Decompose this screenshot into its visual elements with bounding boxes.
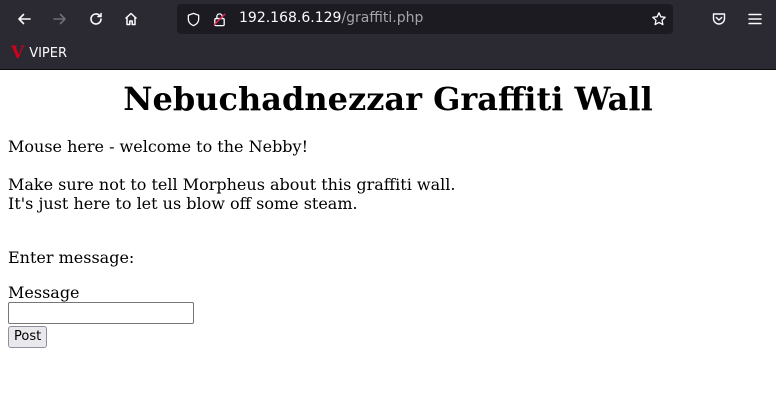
viper-logo-icon: V [11,43,25,63]
message-label: Message [8,283,80,302]
message-form: Message Post [8,283,768,348]
warning-line-2: It's just here to let us blow off some s… [8,194,358,213]
url-host: 192.168.6.129 [239,10,342,26]
shield-icon [187,12,199,26]
enter-message-heading: Enter message: [8,248,135,267]
tracking-protection-button[interactable] [185,11,201,27]
post-button[interactable]: Post [8,326,48,348]
hamburger-menu-icon [748,13,762,25]
lock-icon [212,12,226,26]
browser-toolbar: 192.168.6.129/graffiti.php [0,0,776,38]
bookmark-viper[interactable]: V VIPER [11,45,67,62]
reload-icon [90,12,102,25]
page-content: Nebuchadnezzar Graffiti Wall Mouse here … [0,79,776,348]
arrow-left-icon [18,13,31,25]
page-title: Nebuchadnezzar Graffiti Wall [123,80,653,118]
pocket-button[interactable] [707,7,731,31]
site-security-button[interactable] [211,11,227,27]
back-button[interactable] [12,7,36,31]
arrow-right-icon [53,13,66,25]
star-icon [652,12,666,26]
url-path: /graffiti.php [341,10,424,26]
url-bar[interactable]: 192.168.6.129/graffiti.php [177,4,673,34]
warning-line-1: Make sure not to tell Morpheus about thi… [8,175,456,194]
message-input[interactable] [8,302,194,324]
bookmark-label: VIPER [29,46,68,61]
menu-button[interactable] [743,7,767,31]
forward-button[interactable] [48,7,72,31]
pocket-icon [712,13,726,25]
home-icon [124,12,138,26]
welcome-text: Mouse here - welcome to the Nebby! [8,137,309,156]
warning-text: Make sure not to tell Morpheus about thi… [8,175,768,213]
bookmark-star-button[interactable] [651,11,667,27]
reload-button[interactable] [84,7,108,31]
url-text[interactable]: 192.168.6.129/graffiti.php [239,10,423,26]
bookmarks-toolbar: V VIPER [0,38,776,70]
home-button[interactable] [119,7,143,31]
